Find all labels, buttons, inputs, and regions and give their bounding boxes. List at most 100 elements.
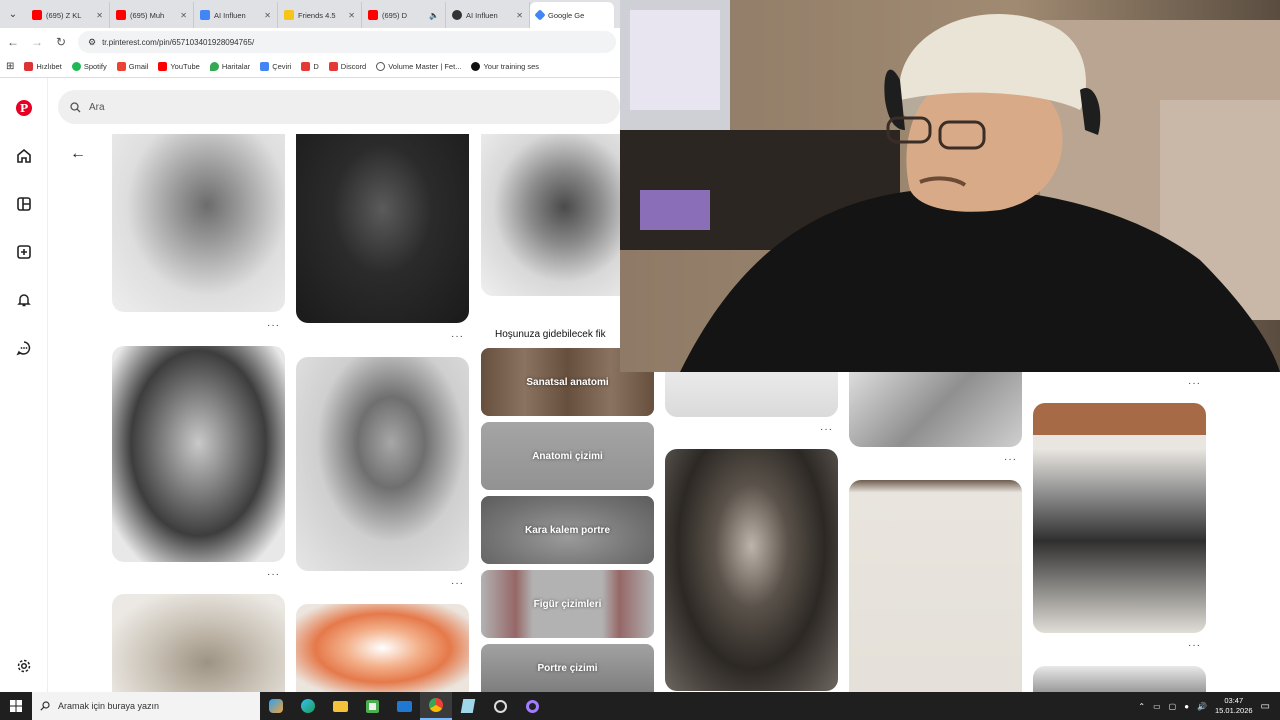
pin-more-options[interactable]: ··· [451, 331, 464, 342]
taskbar-app-copilot[interactable] [260, 692, 292, 720]
pin-image[interactable] [849, 372, 1022, 447]
bookmark[interactable]: Hızlıbet [24, 62, 62, 71]
folder-icon [332, 700, 348, 712]
pin-image[interactable] [1033, 403, 1206, 633]
mail-icon [396, 700, 412, 712]
apps-grid-icon[interactable]: ⊞ [6, 61, 14, 72]
bookmark[interactable]: Haritalar [209, 62, 250, 71]
pin-more-options[interactable]: ··· [267, 320, 280, 331]
back-icon[interactable]: ← [6, 35, 20, 49]
taskbar-app-obs[interactable] [516, 692, 548, 720]
pin-image[interactable] [1033, 666, 1206, 692]
taskbar-app-generic[interactable] [452, 692, 484, 720]
taskbar-search-placeholder: Aramak için buraya yazın [58, 701, 160, 711]
bookmarks-bar: ⊞ Hızlıbet Spotify Gmail YouTube Harital… [0, 56, 620, 78]
pin-more-options[interactable]: ··· [267, 569, 280, 580]
browser-tab[interactable]: AI Influen ✕ [194, 2, 278, 28]
taskbar-app-explorer[interactable] [324, 692, 356, 720]
category-card[interactable]: Portre çizimi [481, 644, 654, 692]
bookmark[interactable]: Volume Master | Fet... [376, 62, 461, 71]
messages-icon[interactable] [14, 338, 34, 358]
taskbar-app-store[interactable] [356, 692, 388, 720]
docs-icon [200, 10, 210, 20]
browser-tab[interactable]: AI Influen ✕ [446, 2, 530, 28]
pin-image[interactable] [112, 594, 285, 692]
pin-more-options[interactable]: ··· [1188, 378, 1201, 389]
clock[interactable]: 03:47 15.01.2026 [1215, 696, 1253, 716]
browser-tab[interactable]: (695) D 🔈 [362, 2, 446, 28]
pin-image[interactable] [296, 604, 469, 692]
taskbar-app-openai[interactable] [484, 692, 516, 720]
url-text: tr.pinterest.com/pin/657103401928094765/ [102, 37, 255, 47]
site-info-icon[interactable]: ⚙ [88, 37, 96, 48]
notification-icon[interactable]: ▭ [1261, 701, 1270, 712]
microphone-icon[interactable]: ● [1184, 702, 1189, 711]
bookmark[interactable]: Discord [328, 62, 366, 71]
bookmark[interactable]: D [301, 62, 319, 71]
pin-more-options[interactable]: ··· [1188, 640, 1201, 651]
browser-tab-active[interactable]: Google Ge [530, 2, 614, 28]
category-label: Kara kalem portre [524, 524, 611, 536]
speaker-icon[interactable]: 🔈 [429, 11, 439, 20]
category-card[interactable]: Figür çizimleri [481, 570, 654, 638]
home-icon[interactable] [14, 146, 34, 166]
imdb-icon [284, 10, 294, 20]
taskbar-app-mail[interactable] [388, 692, 420, 720]
pin-image[interactable] [665, 449, 838, 691]
taskbar-search-input[interactable]: Aramak için buraya yazın [32, 692, 260, 720]
bookmark[interactable]: Your training ses [471, 62, 539, 71]
settings-gear-icon[interactable] [14, 656, 34, 676]
close-icon[interactable]: ✕ [516, 11, 523, 20]
tab-title: Friends 4.5 [298, 10, 336, 20]
explore-icon[interactable] [14, 194, 34, 214]
browser-tab[interactable]: (695) Muh ✕ [110, 2, 194, 28]
create-icon[interactable] [14, 242, 34, 262]
pinterest-logo-icon[interactable]: P [16, 100, 32, 116]
category-card[interactable]: Kara kalem portre [481, 496, 654, 564]
reload-icon[interactable]: ↻ [54, 35, 68, 49]
category-label: Anatomi çizimi [532, 450, 603, 462]
browser-tab[interactable]: (695) Z KL ✕ [26, 2, 110, 28]
gmail-icon [116, 62, 126, 71]
category-card[interactable]: Anatomi çizimi [481, 422, 654, 490]
pinterest-search-input[interactable]: Ara [58, 90, 620, 124]
chevron-up-icon[interactable]: ⌃ [1138, 702, 1145, 711]
url-field[interactable]: ⚙ tr.pinterest.com/pin/65710340192809476… [78, 31, 616, 53]
close-icon[interactable]: ✕ [96, 11, 103, 20]
pin-more-options[interactable]: ··· [1004, 454, 1017, 465]
taskbar-app-chrome[interactable] [420, 692, 452, 720]
bookmark[interactable]: Spotify [71, 62, 107, 71]
pin-image[interactable] [481, 134, 620, 296]
pin-more-options[interactable]: ··· [820, 424, 833, 435]
close-icon[interactable]: ✕ [348, 11, 355, 20]
pin-image[interactable] [296, 357, 469, 571]
pin-more-options[interactable]: ··· [451, 578, 464, 589]
translate-icon [260, 62, 270, 71]
close-icon[interactable]: ✕ [264, 11, 271, 20]
pinterest-sidebar: P [0, 78, 48, 692]
network-icon[interactable]: ▭ [1153, 702, 1161, 711]
pin-image[interactable] [849, 480, 1022, 692]
screen: ⌄ (695) Z KL ✕ (695) Muh ✕ AI Influen ✕ Fri… [0, 0, 1280, 720]
back-arrow-icon[interactable]: ← [70, 145, 86, 163]
notifications-bell-icon[interactable] [14, 290, 34, 310]
address-bar-row: ← → ↻ ⚙ tr.pinterest.com/pin/65710340192… [0, 28, 620, 56]
bookmark[interactable]: YouTube [158, 62, 200, 71]
forward-icon[interactable]: → [30, 35, 44, 49]
spotify-icon [71, 62, 81, 71]
pin-image[interactable] [112, 134, 285, 312]
pin-image[interactable] [665, 372, 838, 417]
tab-search-chevron-icon[interactable]: ⌄ [0, 0, 26, 28]
taskbar-app-edge[interactable] [292, 692, 324, 720]
bookmark[interactable]: Çeviri [260, 62, 291, 71]
openai-icon [471, 62, 481, 71]
start-button[interactable] [0, 692, 32, 720]
category-label: Sanatsal anatomi [526, 376, 609, 388]
volume-icon[interactable]: 🔊 [1197, 702, 1207, 711]
bookmark[interactable]: Gmail [116, 62, 148, 71]
browser-tab[interactable]: Friends 4.5 ✕ [278, 2, 362, 28]
pin-image[interactable] [112, 346, 285, 562]
pin-image[interactable] [296, 134, 469, 323]
display-icon[interactable]: ▢ [1169, 702, 1177, 711]
close-icon[interactable]: ✕ [180, 11, 187, 20]
